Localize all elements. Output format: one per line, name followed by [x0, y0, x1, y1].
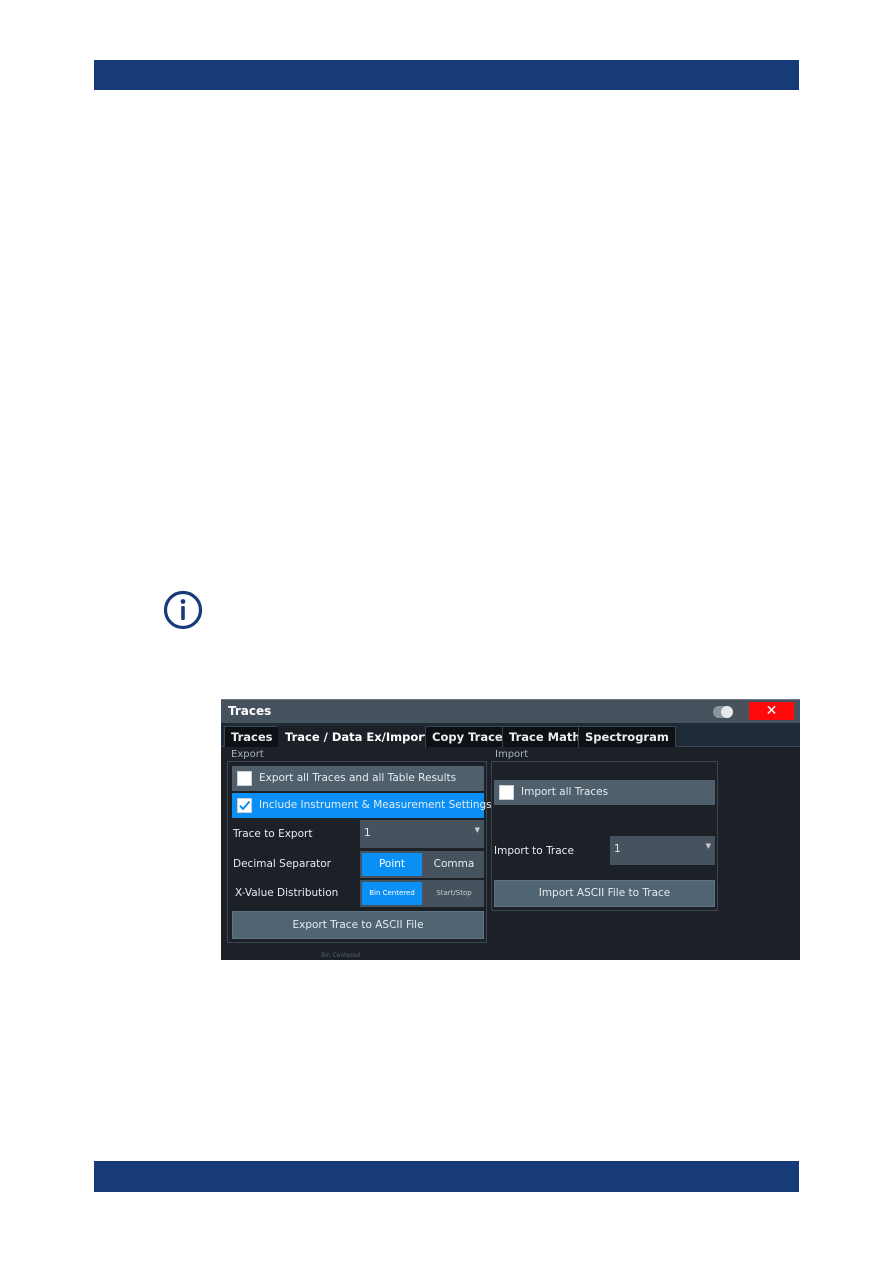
dialog-titlebar: Traces ✕: [221, 699, 800, 723]
decimal-separator-toggle: Point Comma: [360, 851, 484, 878]
page-footer-bar: [94, 1161, 799, 1192]
include-settings-checkbox[interactable]: Include Instrument & Measurement Setting…: [232, 793, 492, 818]
checkbox-unchecked-icon: [237, 771, 252, 786]
page-header-bar: [94, 60, 799, 90]
trace-to-export-value: 1: [364, 827, 371, 839]
tab-trace-data-ex-import[interactable]: Trace / Data Ex/Import: [278, 726, 437, 747]
close-button[interactable]: ✕: [749, 702, 794, 720]
import-to-trace-label: Import to Trace: [494, 845, 574, 857]
decimal-separator-label: Decimal Separator: [233, 858, 331, 870]
tab-strip: Traces Trace / Data Ex/Import Copy Trace…: [221, 723, 800, 747]
start-stop-option[interactable]: Start/Stop: [424, 880, 484, 907]
toggle-switch-icon[interactable]: [713, 706, 733, 718]
x-value-distribution-label: X-Value Distribution: [235, 887, 339, 899]
export-group-label: Export: [231, 749, 264, 760]
tab-traces[interactable]: Traces: [224, 726, 280, 747]
checkbox-checked-icon: [237, 798, 252, 813]
tab-spectrogram[interactable]: Spectrogram: [578, 726, 676, 747]
export-all-traces-label: Export all Traces and all Table Results: [259, 772, 457, 784]
import-to-trace-value: 1: [614, 843, 621, 855]
import-all-traces-checkbox[interactable]: Import all Traces: [494, 780, 715, 805]
import-group-label: Import: [495, 749, 529, 760]
import-ascii-button[interactable]: Import ASCII File to Trace: [494, 880, 715, 907]
dropdown-caret-icon: ▼: [705, 842, 711, 850]
export-all-traces-checkbox[interactable]: Export all Traces and all Table Results: [232, 766, 484, 791]
tab-trace-math[interactable]: Trace Math: [502, 726, 588, 747]
traces-dialog: Traces ✕ Traces Trace / Data Ex/Import C…: [221, 699, 800, 960]
include-settings-label: Include Instrument & Measurement Setting…: [259, 799, 492, 811]
x-value-distribution-toggle: Bin Centered Start/Stop: [360, 880, 484, 907]
trace-to-export-dropdown[interactable]: 1 ▼: [360, 820, 484, 848]
checkbox-unchecked-icon: [499, 785, 514, 800]
trace-to-export-label: Trace to Export: [233, 828, 313, 840]
faint-status-text: Bin Centered: [321, 952, 361, 959]
info-icon: [163, 590, 203, 630]
tab-copy-trace[interactable]: Copy Trace: [425, 726, 510, 747]
dialog-title: Traces: [228, 704, 272, 718]
dropdown-caret-icon: ▼: [474, 826, 480, 834]
import-to-trace-dropdown[interactable]: 1 ▼: [610, 836, 715, 865]
export-trace-button[interactable]: Export Trace to ASCII File: [232, 911, 484, 939]
bin-centered-option[interactable]: Bin Centered: [362, 882, 422, 905]
decimal-point-option[interactable]: Point: [362, 853, 422, 876]
decimal-comma-option[interactable]: Comma: [424, 851, 484, 878]
import-all-traces-label: Import all Traces: [521, 786, 609, 798]
